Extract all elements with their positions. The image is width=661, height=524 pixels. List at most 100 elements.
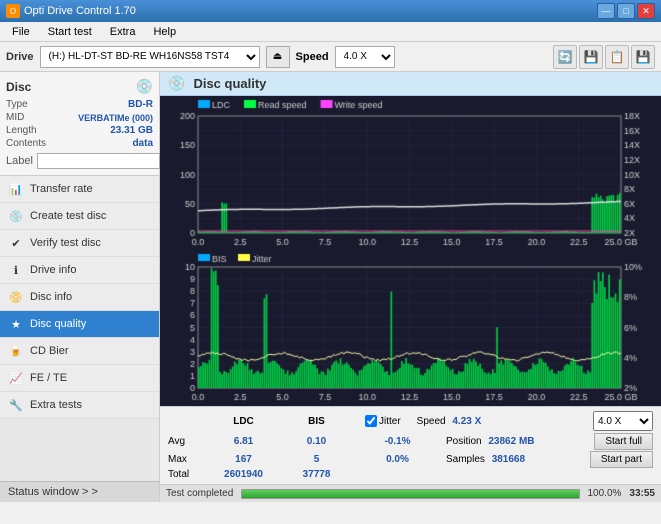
- status-window-button[interactable]: Status window > >: [0, 481, 159, 502]
- disc-label-input[interactable]: [37, 153, 160, 169]
- toolbar-icon-2[interactable]: 💾: [579, 45, 603, 69]
- speed-label: Speed: [296, 51, 329, 63]
- stats-speed-select[interactable]: 4.0 X: [593, 411, 653, 431]
- disc-contents-label: Contents: [6, 138, 46, 149]
- sidebar-item-create-test-disc[interactable]: 💿 Create test disc: [0, 203, 159, 230]
- disc-section: Disc 💿 Type BD-R MID VERBATIMe (000) Len…: [0, 72, 159, 176]
- sidebar-item-fe-te[interactable]: 📈 FE / TE: [0, 365, 159, 392]
- stats-ldc-header: LDC: [211, 416, 276, 427]
- start-part-button[interactable]: Start part: [590, 451, 653, 468]
- drive-info-icon: ℹ: [8, 262, 24, 278]
- sidebar-item-drive-info[interactable]: ℹ Drive info: [0, 257, 159, 284]
- create-test-disc-icon: 💿: [8, 208, 24, 224]
- sidebar-label-extra-tests: Extra tests: [30, 399, 82, 411]
- sidebar-label-transfer-rate: Transfer rate: [30, 183, 93, 195]
- disc-label-label: Label: [6, 155, 33, 167]
- stats-samples-value: 381668: [492, 454, 525, 465]
- sidebar-item-cd-bier[interactable]: 🍺 CD Bier: [0, 338, 159, 365]
- sidebar-item-extra-tests[interactable]: 🔧 Extra tests: [0, 392, 159, 419]
- speed-select[interactable]: 4.0 X: [335, 46, 395, 68]
- charts-wrapper: [160, 96, 661, 406]
- sidebar-label-cd-bier: CD Bier: [30, 345, 69, 357]
- transfer-rate-icon: 📊: [8, 181, 24, 197]
- content-disc-quality-icon: 💿: [168, 75, 185, 92]
- sidebar-item-disc-info[interactable]: 📀 Disc info: [0, 284, 159, 311]
- stats-area: LDC BIS Jitter Speed 4.23 X 4.0 X: [160, 406, 661, 484]
- start-full-button[interactable]: Start full: [594, 433, 653, 450]
- drive-select[interactable]: (H:) HL-DT-ST BD-RE WH16NS58 TST4: [40, 46, 260, 68]
- stats-total-label: Total: [168, 469, 203, 480]
- progress-time: 33:55: [629, 488, 655, 499]
- drive-bar: Drive (H:) HL-DT-ST BD-RE WH16NS58 TST4 …: [0, 42, 661, 72]
- progress-area: Test completed 100.0% 33:55: [160, 484, 661, 502]
- title-bar: O Opti Drive Control 1.70 — □ ✕: [0, 0, 661, 22]
- disc-type-label: Type: [6, 99, 28, 110]
- disc-type-value: BD-R: [128, 99, 153, 110]
- minimize-button[interactable]: —: [597, 3, 615, 19]
- stats-position-value: 23862 MB: [488, 436, 534, 447]
- status-text: Test completed: [166, 488, 233, 499]
- chart2-wrap: [160, 251, 661, 406]
- toolbar-icon-1[interactable]: 🔄: [553, 45, 577, 69]
- stats-avg-ldc: 6.81: [211, 436, 276, 447]
- extra-tests-icon: 🔧: [8, 397, 24, 413]
- disc-contents-value: data: [132, 138, 153, 149]
- content-area: 💿 Disc quality LDC BIS Jitter: [160, 72, 661, 502]
- stats-samples-label: Samples: [446, 454, 485, 465]
- menu-start-test[interactable]: Start test: [40, 24, 100, 40]
- stats-jitter-header: Jitter: [379, 416, 401, 427]
- menu-extra[interactable]: Extra: [102, 24, 144, 40]
- stats-max-jitter: 0.0%: [365, 454, 430, 465]
- sidebar-label-drive-info: Drive info: [30, 264, 76, 276]
- sidebar-label-create-test-disc: Create test disc: [30, 210, 106, 222]
- stats-avg-jitter: -0.1%: [365, 436, 430, 447]
- content-title: Disc quality: [193, 76, 266, 91]
- sidebar: Disc 💿 Type BD-R MID VERBATIMe (000) Len…: [0, 72, 160, 502]
- chart1-wrap: [160, 96, 661, 251]
- app-icon: O: [6, 4, 20, 18]
- progress-bar-fill: [242, 490, 578, 498]
- stats-max-label: Max: [168, 454, 203, 465]
- chart1-canvas: [160, 96, 661, 251]
- stats-bis-header: BIS: [284, 416, 349, 427]
- disc-length-label: Length: [6, 125, 37, 136]
- disc-icon: 💿: [136, 78, 153, 95]
- content-header: 💿 Disc quality: [160, 72, 661, 96]
- sidebar-label-fe-te: FE / TE: [30, 372, 67, 384]
- disc-length-value: 23.31 GB: [110, 125, 153, 136]
- close-button[interactable]: ✕: [637, 3, 655, 19]
- disc-mid-value: VERBATIMe (000): [78, 113, 153, 123]
- drive-label: Drive: [6, 51, 34, 63]
- disc-mid-label: MID: [6, 112, 24, 123]
- maximize-button[interactable]: □: [617, 3, 635, 19]
- menu-bar: File Start test Extra Help: [0, 22, 661, 42]
- disc-title: Disc: [6, 80, 31, 94]
- jitter-checkbox[interactable]: [365, 415, 377, 427]
- sidebar-item-disc-quality[interactable]: ★ Disc quality: [0, 311, 159, 338]
- progress-percent: 100.0%: [588, 488, 622, 499]
- disc-info-icon: 📀: [8, 289, 24, 305]
- sidebar-item-transfer-rate[interactable]: 📊 Transfer rate: [0, 176, 159, 203]
- stats-max-bis: 5: [284, 454, 349, 465]
- menu-help[interactable]: Help: [145, 24, 184, 40]
- window-title: Opti Drive Control 1.70: [24, 5, 136, 17]
- progress-bar-container: [241, 489, 579, 499]
- sidebar-label-disc-quality: Disc quality: [30, 318, 86, 330]
- toolbar-icon-4[interactable]: 💾: [631, 45, 655, 69]
- stats-avg-bis: 0.10: [284, 436, 349, 447]
- sidebar-label-verify-test-disc: Verify test disc: [30, 237, 101, 249]
- disc-quality-icon: ★: [8, 316, 24, 332]
- sidebar-item-verify-test-disc[interactable]: ✔ Verify test disc: [0, 230, 159, 257]
- stats-max-ldc: 167: [211, 454, 276, 465]
- stats-speed-header-val: 4.23 X: [452, 416, 481, 427]
- stats-speed-header-label: Speed: [417, 416, 446, 427]
- verify-test-disc-icon: ✔: [8, 235, 24, 251]
- stats-avg-label: Avg: [168, 436, 203, 447]
- eject-button[interactable]: ⏏: [266, 46, 290, 68]
- toolbar-icon-3[interactable]: 📋: [605, 45, 629, 69]
- stats-total-bis: 37778: [284, 469, 349, 480]
- cd-bier-icon: 🍺: [8, 343, 24, 359]
- fe-te-icon: 📈: [8, 370, 24, 386]
- chart2-canvas: [160, 251, 661, 406]
- menu-file[interactable]: File: [4, 24, 38, 40]
